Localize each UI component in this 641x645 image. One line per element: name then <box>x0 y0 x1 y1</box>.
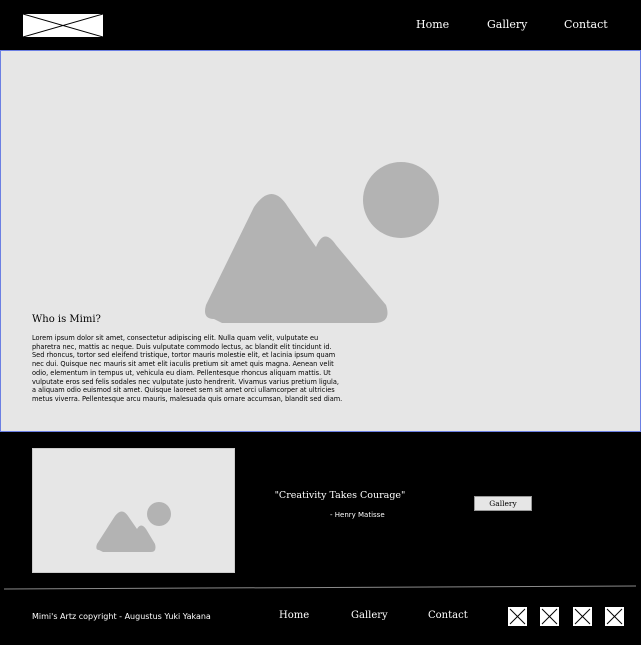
social-placeholder-icon[interactable] <box>507 606 528 627</box>
feature-section: "Creativity Takes Courage" - Henry Matis… <box>0 432 641 588</box>
social-placeholder-icon[interactable] <box>604 606 625 627</box>
quote-author: - Henry Matisse <box>330 511 385 519</box>
quote-text: "Creativity Takes Courage" <box>274 490 406 501</box>
footer-home-link[interactable]: Home <box>279 610 309 621</box>
footer-divider <box>3 585 637 590</box>
logo-placeholder-icon[interactable] <box>22 13 104 38</box>
footer-contact-link[interactable]: Contact <box>428 610 468 621</box>
hero-title: Who is Mimi? <box>32 314 101 325</box>
social-placeholder-icon[interactable] <box>572 606 593 627</box>
copyright-text: Mimi's Artz copyright - Augustus Yuki Ya… <box>32 612 211 621</box>
feature-image <box>32 448 235 573</box>
site-header: Home Gallery Contact <box>0 0 641 50</box>
hero-paragraph: Lorem ipsum dolor sit amet, consectetur … <box>32 334 343 403</box>
nav-contact-link[interactable]: Contact <box>564 18 608 31</box>
gallery-button[interactable]: Gallery <box>474 496 532 511</box>
nav-home-link[interactable]: Home <box>416 18 449 31</box>
nav-gallery-link[interactable]: Gallery <box>487 18 527 31</box>
footer-gallery-link[interactable]: Gallery <box>351 610 388 621</box>
hero-section: Who is Mimi? Lorem ipsum dolor sit amet,… <box>0 50 641 432</box>
social-placeholder-icon[interactable] <box>539 606 560 627</box>
image-placeholder-icon <box>202 159 442 333</box>
image-placeholder-icon <box>96 502 171 552</box>
